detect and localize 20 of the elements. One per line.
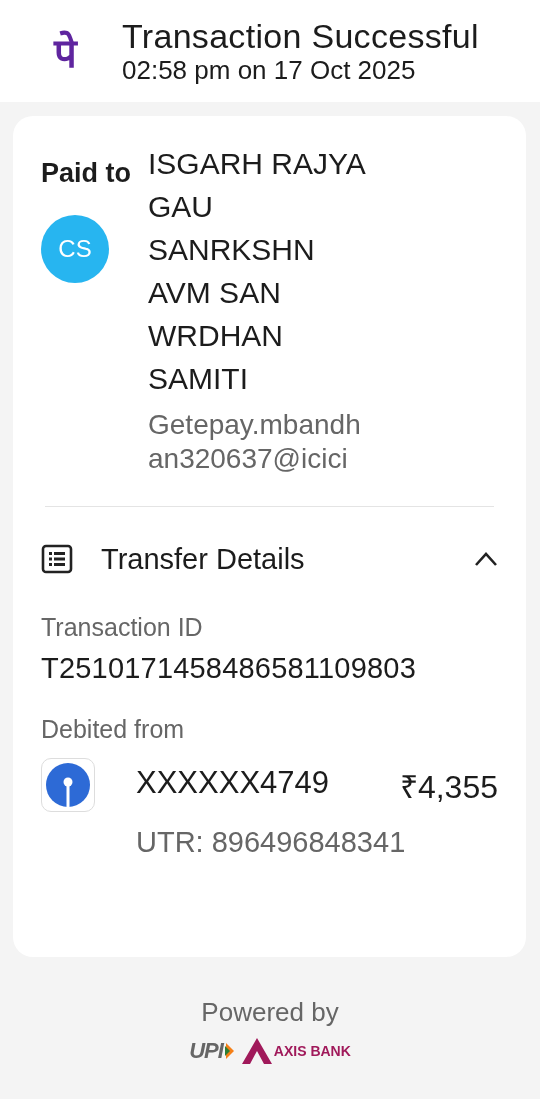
account-number: XXXXXX4749: [136, 764, 331, 802]
list-icon: [41, 544, 73, 574]
timestamp: 02:58 pm on 17 Oct 2025: [122, 55, 417, 85]
bank-icon: [41, 758, 95, 812]
title: Transaction Successful: [122, 17, 479, 55]
app-logo: पे: [52, 28, 79, 78]
avatar: CS: [41, 215, 109, 283]
utr-number: UTR: 896496848341: [136, 826, 407, 859]
amount: ₹4,355: [399, 767, 498, 807]
upi-id: Getepay.mbandhan320637@icici: [148, 408, 362, 476]
powered-by-text: Powered by: [201, 997, 339, 1028]
transaction-id-label: Transaction ID: [41, 613, 204, 642]
debited-from-label: Debited from: [41, 715, 186, 744]
payee-name: ISGARH RAJYA GAU SANRKSHN AVM SAN WRDHAN SAMITI: [148, 146, 366, 397]
bank-logo: AXIS BANK: [241, 1038, 351, 1064]
transaction-id: T2510171458486581109803: [41, 652, 417, 685]
upi-logo: UPI: [189, 1038, 234, 1064]
chevron-icon[interactable]: [474, 551, 498, 567]
paid-to-label: Paid to: [41, 158, 132, 189]
section-title: Transfer Details: [101, 542, 306, 576]
